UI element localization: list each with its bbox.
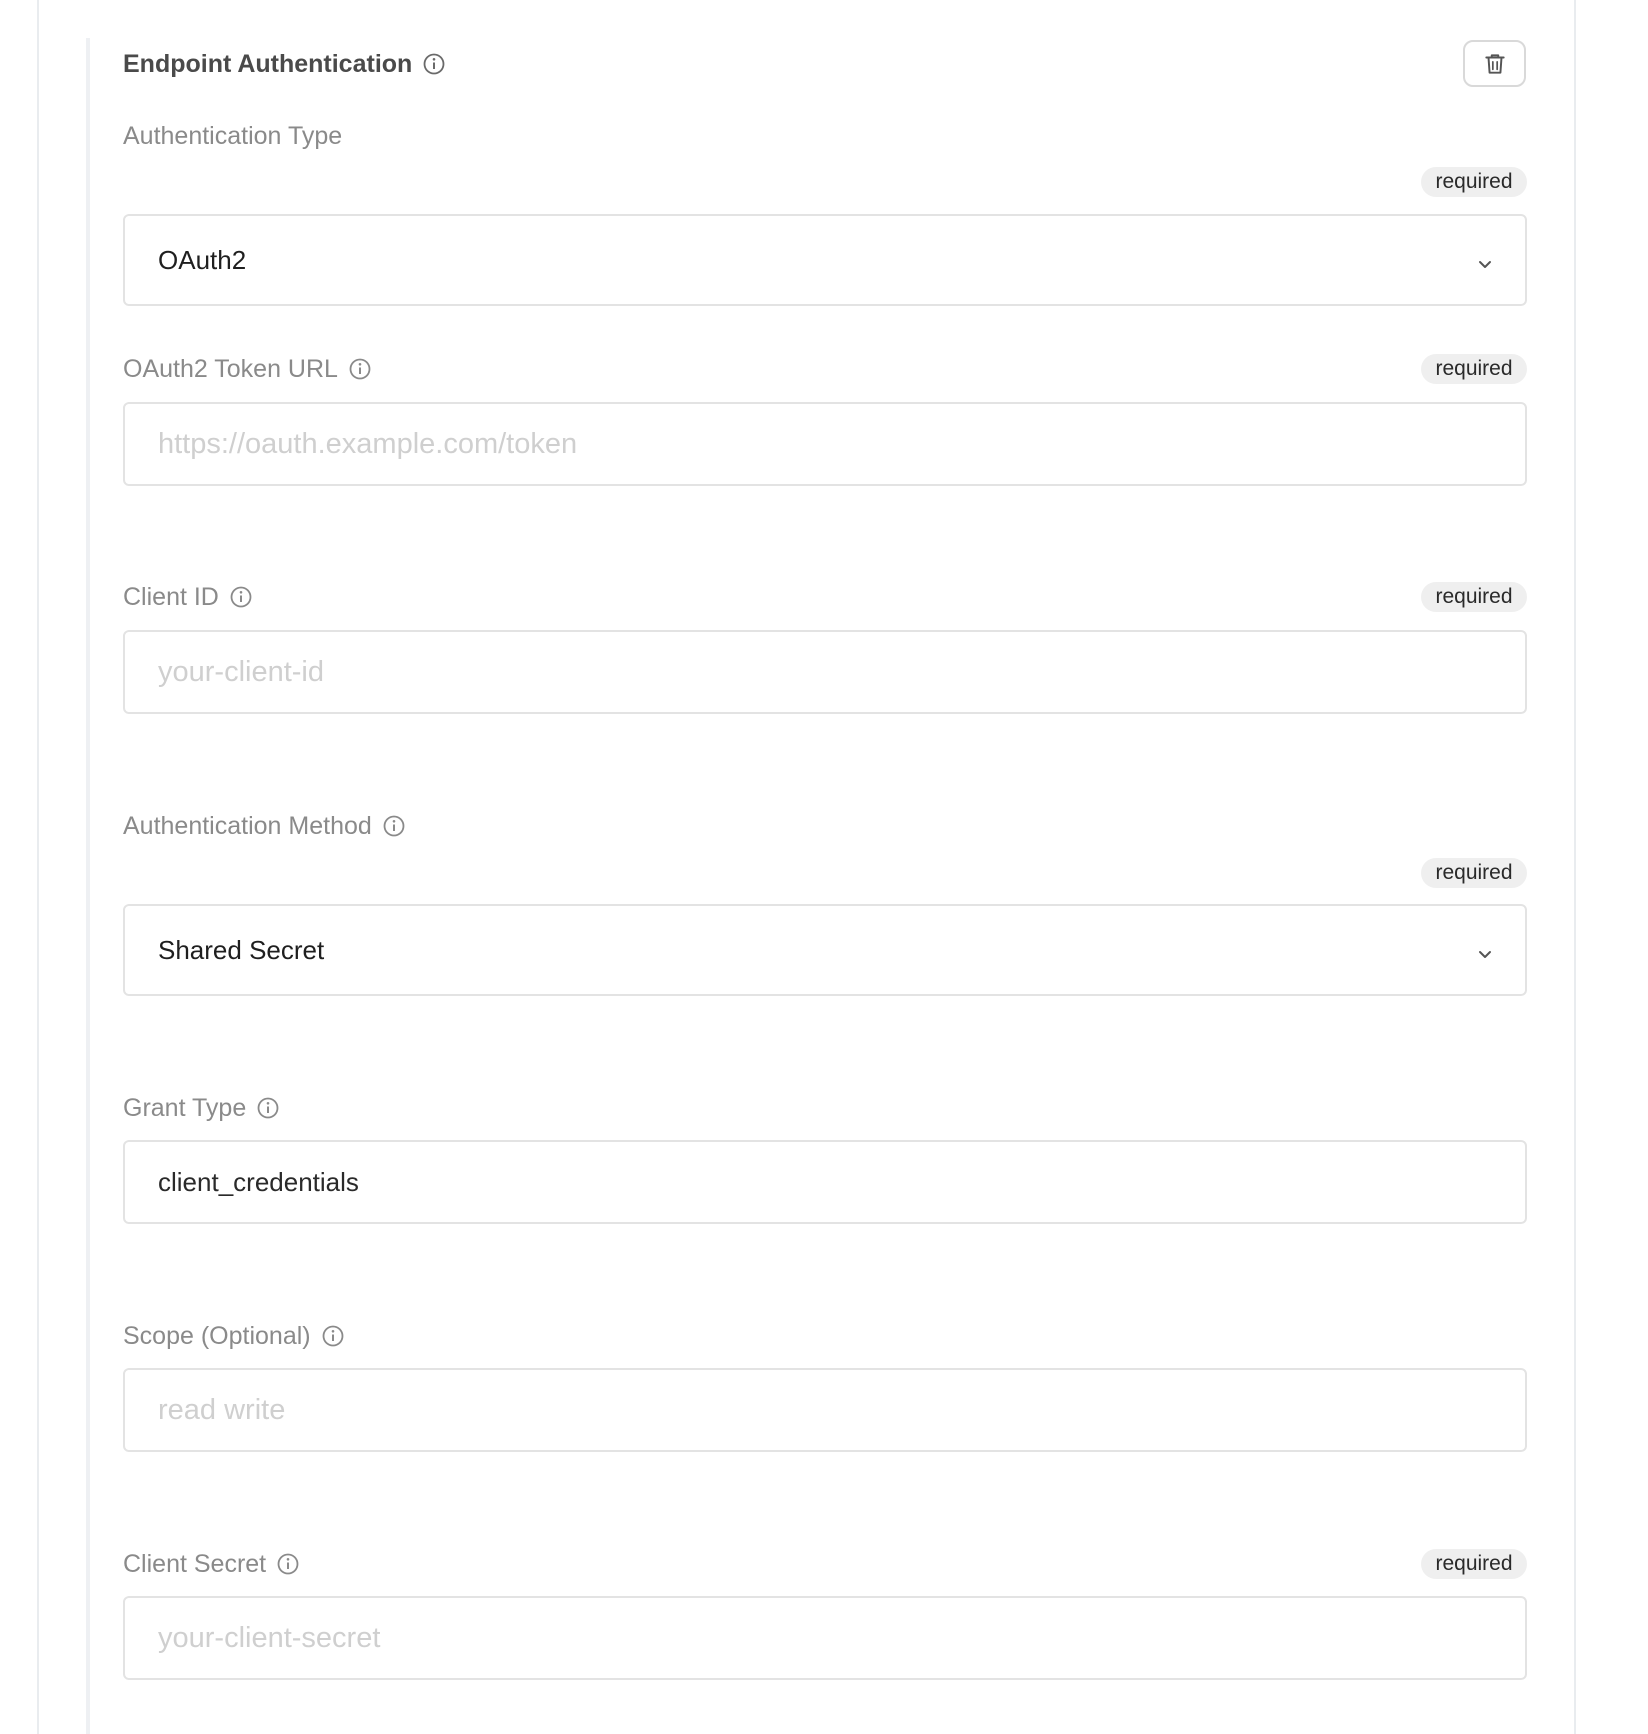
required-badge: required [1421,1549,1527,1579]
required-badge: required [1421,858,1527,888]
auth-type-label-text: Authentication Type [123,121,343,150]
section-title: Endpoint Authentication [123,49,413,78]
grant-type-label-text: Grant Type [123,1093,247,1122]
scope-label-text: Scope (Optional) [123,1321,311,1350]
token-url-label: OAuth2 Token URL [123,351,372,387]
client-id-label-text: Client ID [123,582,219,611]
required-badge: required [1421,167,1527,197]
scope-label: Scope (Optional) [123,1318,345,1354]
info-icon[interactable] [382,814,406,838]
client-secret-input[interactable] [123,1596,1527,1680]
info-icon[interactable] [321,1324,345,1348]
auth-type-label: Authentication Type [123,118,342,154]
auth-type-value: OAuth2 [158,244,247,275]
trash-icon [1484,53,1505,74]
auth-type-select[interactable]: OAuth2 [123,214,1527,306]
auth-method-select[interactable]: Shared Secret [123,904,1527,996]
info-icon[interactable] [229,585,253,609]
section-header: Endpoint Authentication [123,46,446,82]
panel-border-left [37,0,39,1734]
info-icon[interactable] [276,1552,300,1576]
info-icon[interactable] [256,1096,280,1120]
token-url-input[interactable] [123,402,1527,486]
client-id-input[interactable] [123,630,1527,714]
page: Endpoint Authentication Authentication T… [0,0,1648,1734]
scope-input[interactable] [123,1368,1527,1452]
auth-method-label: Authentication Method [123,808,406,844]
required-badge: required [1421,354,1527,384]
chevron-down-icon [1475,940,1495,960]
auth-method-label-text: Authentication Method [123,811,372,840]
token-url-label-text: OAuth2 Token URL [123,354,338,383]
section-rail [86,38,90,1734]
grant-type-label: Grant Type [123,1090,280,1126]
info-icon[interactable] [348,357,372,381]
chevron-down-icon [1475,250,1495,270]
auth-method-value: Shared Secret [158,934,325,965]
client-id-label: Client ID [123,579,253,615]
client-secret-label: Client Secret [123,1546,300,1582]
grant-type-input[interactable] [123,1140,1527,1224]
delete-button[interactable] [1463,40,1526,87]
required-badge: required [1421,582,1527,612]
info-icon[interactable] [422,52,446,76]
client-secret-label-text: Client Secret [123,1549,267,1578]
panel-border-right [1574,0,1576,1734]
